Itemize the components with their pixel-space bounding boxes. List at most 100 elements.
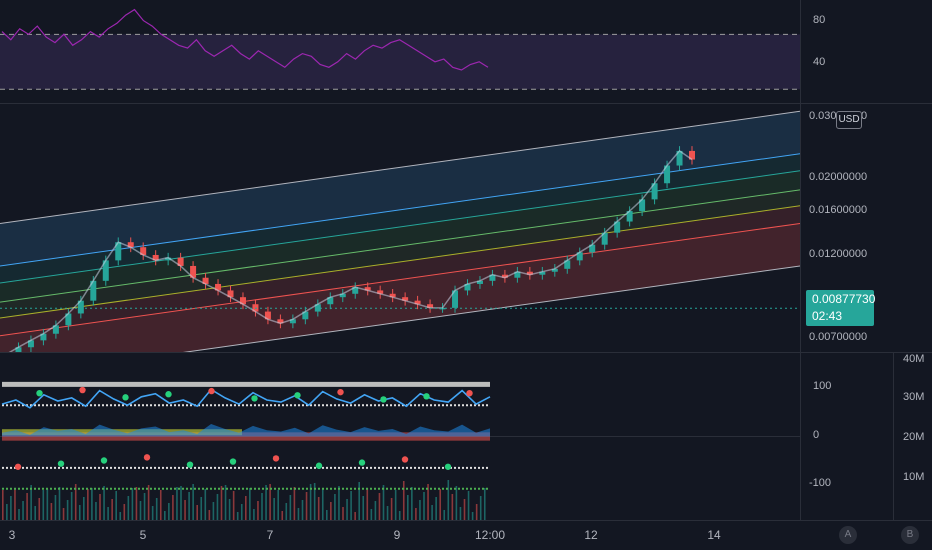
- osc-tick-minus-100: -100: [809, 477, 832, 489]
- volume-bar: [366, 488, 369, 520]
- volume-bar: [455, 486, 458, 520]
- volume-bar: [305, 492, 308, 520]
- volume-bar: [398, 511, 401, 520]
- volume-bar: [228, 499, 231, 520]
- rsi-plot: [0, 8, 800, 90]
- volume-bar: [204, 489, 207, 520]
- volume-bar: [143, 493, 146, 520]
- volume-bar: [261, 493, 263, 520]
- x-tick-3: 3: [8, 528, 16, 542]
- volume-bar: [212, 502, 215, 520]
- volume-bar: [463, 499, 466, 520]
- oscillator-signal-dot: [122, 394, 129, 401]
- volume-bar: [78, 505, 81, 520]
- volume-bar: [220, 486, 223, 520]
- volume-bar: [471, 512, 474, 520]
- oscillator-axis[interactable]: 100 0 -100 40M 30M 20M 10M: [800, 353, 932, 520]
- volume-bar: [378, 493, 381, 520]
- volume-bar: [265, 485, 267, 520]
- oscillator-signal-dot: [251, 395, 258, 402]
- auto-scale-button[interactable]: A: [839, 526, 857, 544]
- volume-bar: [483, 488, 486, 520]
- settings-button[interactable]: B: [901, 526, 919, 544]
- volume-bar: [123, 504, 126, 520]
- x-tick-12: 12: [584, 528, 598, 542]
- volume-bar: [439, 489, 441, 520]
- rsi-tick-80: 80: [813, 14, 826, 26]
- currency-badge[interactable]: USD: [836, 111, 862, 129]
- volume-bar: [6, 504, 8, 520]
- oscillator-signal-dot: [444, 463, 452, 470]
- volume-bar: [253, 509, 255, 520]
- volume-bar: [66, 500, 69, 520]
- volume-bar: [192, 484, 194, 520]
- oscillator-signal-dot: [315, 462, 323, 469]
- volume-bar: [14, 488, 16, 520]
- volume-bar: [317, 497, 320, 520]
- vol-tick-20m: 20M: [903, 431, 925, 443]
- volume-bar: [58, 487, 61, 520]
- oscillator-signal-dot: [36, 389, 43, 397]
- volume-bar: [172, 495, 174, 520]
- oscillator-signal-dot: [401, 456, 409, 463]
- volume-bar: [423, 492, 425, 520]
- volume-bar: [38, 498, 41, 520]
- volume-bar: [321, 489, 324, 520]
- volume-bar: [131, 488, 134, 520]
- volume-bar: [168, 503, 170, 520]
- rsi-band-fill: [0, 34, 800, 90]
- volume-bar: [346, 499, 348, 520]
- oscillator-signal-dot: [57, 460, 65, 467]
- volume-bar: [46, 489, 49, 520]
- price-tick-5: 0.00700000: [809, 331, 868, 343]
- volume-bar: [419, 500, 421, 520]
- volume-bar: [382, 485, 385, 520]
- volume-bar: [277, 490, 279, 520]
- oscillator-signal-dot: [143, 454, 151, 461]
- volume-bar: [2, 490, 4, 520]
- volume-bar: [249, 488, 251, 520]
- volume-bar: [479, 496, 482, 520]
- price-plot: [0, 110, 800, 352]
- rsi-pane[interactable]: [0, 0, 800, 103]
- volume-bar: [135, 487, 138, 520]
- rsi-axis[interactable]: 80 40: [800, 0, 932, 103]
- volume-bar: [402, 481, 405, 520]
- vol-tick-30m: 30M: [903, 391, 925, 403]
- volume-bar: [293, 487, 296, 520]
- x-tick-9: 9: [393, 528, 401, 542]
- volume-bar: [245, 496, 247, 520]
- volume-bar: [394, 490, 397, 520]
- volume-bar: [103, 486, 105, 520]
- volume-bar: [127, 496, 130, 520]
- volume-bar: [54, 495, 57, 520]
- volume-bar: [338, 486, 340, 520]
- volume-bar: [180, 486, 182, 520]
- volume-bar: [273, 498, 275, 520]
- volume-bar: [285, 503, 288, 520]
- volume-bar: [370, 509, 373, 520]
- oscillator-signal-dot: [294, 392, 301, 399]
- volume-bar: [188, 492, 190, 520]
- volume-bar: [111, 499, 113, 520]
- volume-bar: [443, 510, 446, 520]
- volume-bar: [240, 504, 243, 520]
- price-pane[interactable]: [0, 104, 800, 352]
- volume-bar: [151, 506, 154, 520]
- volume-bar: [164, 511, 166, 520]
- volume-bar: [99, 494, 101, 520]
- price-tick-3: 0.01600000: [809, 204, 868, 216]
- volume-bar: [62, 508, 65, 520]
- oscillator-signal-dot: [337, 388, 344, 396]
- oscillator-signal-dot: [358, 459, 366, 466]
- volume-bar: [411, 487, 413, 520]
- rsi-tick-40: 40: [813, 56, 826, 68]
- volume-bar: [289, 495, 292, 520]
- volume-bar: [26, 493, 28, 520]
- volume-bar: [374, 501, 377, 520]
- oscillator-area: [2, 424, 490, 437]
- x-tick-7: 7: [266, 528, 274, 542]
- volume-bar: [301, 500, 304, 520]
- oscillator-pane[interactable]: [0, 353, 800, 520]
- volume-bar: [119, 512, 122, 520]
